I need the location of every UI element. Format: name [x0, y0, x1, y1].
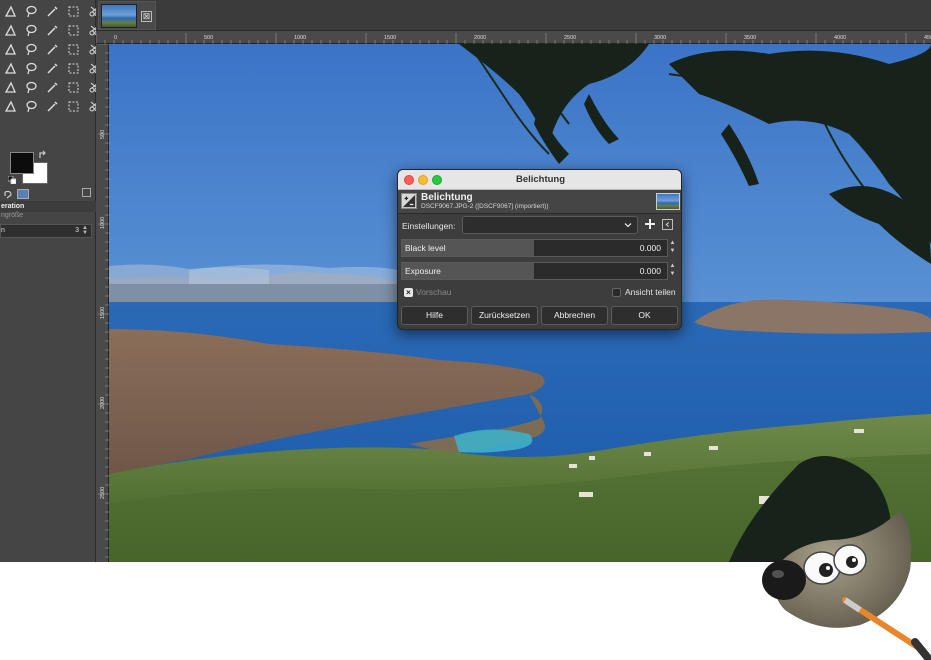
color-picker-icon[interactable]: [21, 21, 42, 40]
fuzzy-select-icon[interactable]: [42, 2, 63, 21]
black-level-value: 0.000: [639, 243, 661, 253]
paths-icon[interactable]: [0, 21, 21, 40]
perspective-icon[interactable]: [42, 59, 63, 78]
ok-button[interactable]: OK: [611, 306, 678, 325]
preview-checkbox[interactable]: ×: [404, 288, 413, 297]
dialog-window-title: Belichtung: [515, 174, 566, 185]
exposure-dialog: Belichtung Belichtung DSCF9067.JPG-2 ([D…: [397, 169, 682, 330]
help-button[interactable]: Hilfe: [401, 306, 468, 325]
clone-icon[interactable]: [21, 97, 42, 116]
ruler-tick-label: 0: [114, 35, 117, 41]
wilber-mascot-logo: [762, 510, 931, 660]
chevron-down-icon: [624, 223, 632, 228]
layers-tab-icon[interactable]: [17, 189, 29, 199]
flip-icon[interactable]: [21, 59, 42, 78]
split-view-label: Ansicht teilen: [625, 287, 676, 297]
black-level-spin-icon[interactable]: ▲ ▼: [668, 239, 677, 257]
ruler-tick-label: 1500: [100, 307, 106, 319]
ruler-tick-label: 2500: [100, 487, 106, 499]
presets-menu-icon[interactable]: [662, 219, 673, 230]
ruler-tick-label: 1000: [294, 35, 306, 41]
lasso-icon[interactable]: [21, 2, 42, 21]
cage-icon[interactable]: [0, 59, 21, 78]
tool-option-field[interactable]: n 3 ▲ ▼: [0, 224, 92, 238]
gimp-window: eration ngröße n 3 ▲ ▼ ⊠ 0 500 1000 1500 2000…: [0, 0, 931, 562]
unified-transform-icon[interactable]: [63, 40, 84, 59]
horizontal-ruler[interactable]: 0 500 1000 1500 2000 2500 3000 3500 4000 4500: [96, 31, 931, 44]
dialog-header-subtitle: DSCF9067.JPG-2 ([DSCF9067] (importiert)): [421, 203, 549, 210]
split-view-checkbox[interactable]: [612, 288, 621, 297]
airbrush-icon[interactable]: [42, 78, 63, 97]
tool-option-label: n: [1, 227, 5, 234]
toolbox: eration ngröße n 3 ▲ ▼: [0, 0, 100, 562]
color-area: [8, 150, 52, 186]
settings-dropdown[interactable]: [462, 216, 638, 234]
tool-option-value: 3: [75, 227, 79, 234]
eraser-icon[interactable]: [63, 78, 84, 97]
align-icon[interactable]: [0, 40, 21, 59]
free-select-icon[interactable]: [0, 2, 21, 21]
paintbrush-icon[interactable]: [0, 78, 21, 97]
crop-icon[interactable]: [21, 40, 42, 59]
ruler-tick-label: 2000: [474, 35, 486, 41]
add-preset-icon[interactable]: [644, 218, 656, 230]
foreground-color-swatch[interactable]: [10, 152, 34, 174]
preview-label: Vorschau: [416, 287, 452, 297]
by-color-select-icon[interactable]: [63, 2, 84, 21]
reset-button[interactable]: Zurücksetzen: [471, 306, 538, 325]
heal-icon[interactable]: [0, 97, 21, 116]
ruler-tick-label: 4500: [924, 35, 931, 41]
measure-icon[interactable]: [63, 21, 84, 40]
image-preview-thumbnail: [656, 193, 680, 210]
black-level-slider[interactable]: Black level 0.000: [401, 239, 668, 257]
image-tab[interactable]: ⊠: [98, 1, 156, 30]
ruler-tick-label: 500: [100, 130, 106, 139]
settings-label: Einstellungen:: [402, 221, 456, 231]
exposure-icon: [401, 193, 417, 209]
dodge-burn-icon[interactable]: [63, 97, 84, 116]
swap-colors-icon[interactable]: [38, 150, 48, 160]
cancel-button[interactable]: Abbrechen: [541, 306, 608, 325]
exposure-slider[interactable]: Exposure 0.000: [401, 262, 668, 280]
zoom-icon[interactable]: [42, 21, 63, 40]
ruler-tick-label: 2000: [100, 397, 106, 409]
undo-history-icon[interactable]: [2, 189, 14, 199]
image-thumbnail: [101, 4, 137, 28]
black-level-label: Black level: [405, 243, 446, 253]
ruler-tick-label: 4000: [834, 35, 846, 41]
pencil-icon[interactable]: [21, 78, 42, 97]
ruler-tick-label: 2500: [564, 35, 576, 41]
dialog-header: Belichtung DSCF9067.JPG-2 ([DSCF9067] (i…: [398, 190, 681, 214]
image-tab-bar: ⊠: [96, 0, 931, 31]
spin-arrows-icon[interactable]: ▲ ▼: [81, 225, 89, 236]
transform-icon[interactable]: [42, 40, 63, 59]
exposure-spin-icon[interactable]: ▲ ▼: [668, 262, 677, 280]
ruler-tick-label: 3500: [744, 35, 756, 41]
ruler-tick-label: 500: [204, 35, 213, 41]
close-tab-icon[interactable]: ⊠: [141, 11, 152, 22]
panel-menu-icon[interactable]: [82, 188, 91, 197]
vertical-ruler[interactable]: 500 1000 1500 2000 2500: [96, 44, 109, 562]
bucket-fill-icon[interactable]: [63, 59, 84, 78]
ruler-tick-label: 1500: [384, 35, 396, 41]
ruler-tick-label: 1000: [100, 217, 106, 229]
smudge-icon[interactable]: [42, 97, 63, 116]
dialog-titlebar[interactable]: Belichtung: [398, 170, 681, 190]
reset-colors-icon[interactable]: [8, 176, 16, 184]
tool-options-subtitle: ngröße: [1, 212, 24, 219]
ruler-tick-label: 3000: [654, 35, 666, 41]
tool-grid: [0, 0, 100, 116]
exposure-label: Exposure: [405, 266, 441, 276]
dialog-header-title: Belichtung: [421, 192, 473, 203]
exposure-value: 0.000: [639, 266, 661, 276]
